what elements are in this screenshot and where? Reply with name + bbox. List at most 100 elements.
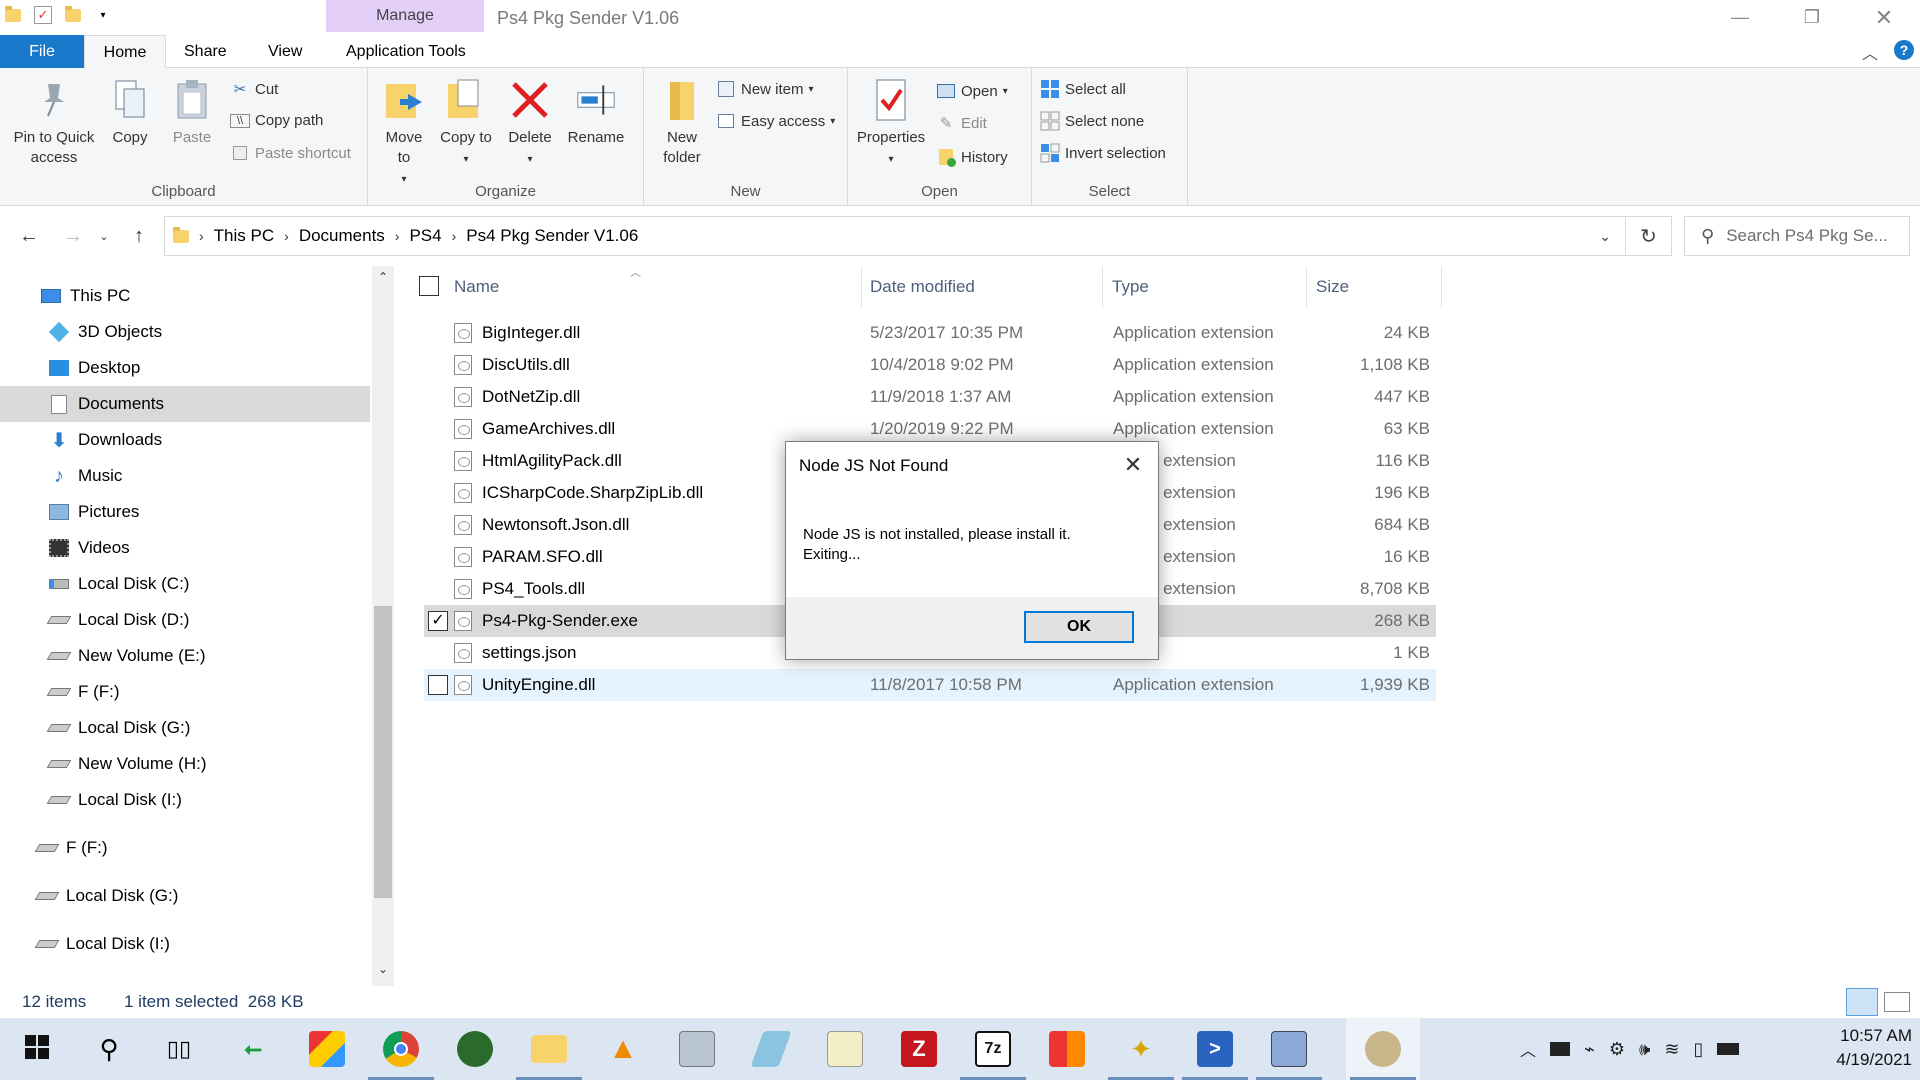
manage-context-tab[interactable]: Manage [326,0,484,32]
taskbar-app-explorer[interactable] [512,1018,586,1080]
new-folder-button[interactable]: New folder [652,78,712,168]
breadcrumb-ps4[interactable]: PS4 [409,226,441,246]
taskbar-app-ps4-pkg-sender[interactable] [1346,1018,1420,1080]
paste-shortcut-button[interactable]: Paste shortcut [230,144,351,162]
taskbar-app-notepad[interactable] [808,1018,882,1080]
copy-path-button[interactable]: \\ Copy path [230,112,323,129]
row-checkbox[interactable] [428,675,448,695]
collapse-ribbon-icon[interactable]: ︿ [1862,40,1878,64]
new-item-button[interactable]: New item ▾ [716,80,814,98]
nav-item-root-drive-g[interactable]: Local Disk (G:) [0,878,370,914]
nav-item-drive-e[interactable]: New Volume (E:) [0,638,370,674]
new-folder-icon[interactable] [64,5,82,24]
nav-item-drive-f[interactable]: F (F:) [0,674,370,710]
properties-icon[interactable]: ✓ [34,6,52,24]
select-none-button[interactable]: Select none [1040,111,1144,131]
forward-arrow-icon[interactable]: → [58,218,88,254]
chevron-right-icon[interactable]: › [395,228,400,244]
nav-item-downloads[interactable]: ⬇ Downloads [0,422,370,458]
column-header-name[interactable]: Name ︿ [444,266,862,308]
show-hidden-icons-icon[interactable]: ︿ [1520,1037,1536,1061]
select-all-button[interactable]: Select all [1040,80,1126,98]
scroll-down-icon[interactable]: ⌄ [374,962,392,976]
taskbar-app-7zip[interactable]: 7z [956,1018,1030,1080]
taskbar-app-cube[interactable] [290,1018,364,1080]
scrollbar-thumb[interactable] [374,606,392,898]
taskbar-app-tools[interactable]: ✦ [1104,1018,1178,1080]
nav-item-drive-d[interactable]: Local Disk (D:) [0,602,370,638]
easy-access-button[interactable]: Easy access ▾ [716,112,835,130]
taskbar-app-usb[interactable]: ⭠ [216,1018,290,1080]
display-icon[interactable] [1550,1042,1571,1056]
network-adapter-icon[interactable]: ⚙ [1609,1039,1625,1060]
nav-item-drive-c[interactable]: Local Disk (C:) [0,566,370,602]
scroll-up-icon[interactable]: ⌃ [374,270,392,284]
nav-item-drive-g[interactable]: Local Disk (G:) [0,710,370,746]
nav-item-music[interactable]: ♪ Music [0,458,370,494]
breadcrumb-documents[interactable]: Documents [299,226,385,246]
table-row[interactable]: BigInteger.dll 5/23/2017 10:35 PM Applicat… [424,317,1436,349]
back-arrow-icon[interactable]: ← [14,218,44,254]
copy-button[interactable]: Copy [104,78,156,148]
column-header-type[interactable]: Type [1102,266,1307,308]
refresh-icon[interactable]: ↻ [1626,216,1672,256]
large-icons-view-icon[interactable] [1884,992,1910,1012]
wifi-icon[interactable]: ≋ [1664,1039,1679,1060]
breadcrumb-ps4-pkg-sender[interactable]: Ps4 Pkg Sender V1.06 [466,226,638,246]
table-row[interactable]: DotNetZip.dll 11/9/2018 1:37 AM Applicatio… [424,381,1436,413]
tab-file[interactable]: File [0,35,84,68]
usb-safely-remove-icon[interactable]: ⌁ [1584,1039,1595,1060]
taskbar-app-vlc[interactable]: ▲ [586,1018,660,1080]
chevron-right-icon[interactable]: › [284,228,289,244]
open-button[interactable]: Open ▾ [936,82,1008,100]
paste-button[interactable]: Paste [164,78,220,148]
copy-to-button[interactable]: Copy to ▾ [440,78,492,170]
nav-item-root-drive-i[interactable]: Local Disk (I:) [0,926,370,962]
breadcrumb-this-pc[interactable]: This PC [214,226,274,246]
chevron-right-icon[interactable]: › [452,228,457,244]
recent-locations-icon[interactable]: ⌄ [94,218,114,254]
taskbar-app-installer[interactable] [1252,1018,1326,1080]
address-bar[interactable]: › This PC › Documents › PS4 › Ps4 Pkg Se… [164,216,1626,256]
volume-icon[interactable]: 🕪 [1639,1039,1650,1060]
tab-share[interactable]: Share [172,35,239,68]
taskbar-app-chrome[interactable] [364,1018,438,1080]
delete-button[interactable]: Delete ▾ [504,78,556,170]
customize-dropdown-icon[interactable]: ▾ [94,6,112,24]
nav-item-drive-h[interactable]: New Volume (H:) [0,746,370,782]
nav-item-drive-i[interactable]: Local Disk (I:) [0,782,370,818]
battery-icon[interactable] [1717,1043,1740,1055]
search-taskbar-button[interactable]: ⚲ [72,1018,146,1080]
column-header-date[interactable]: Date modified [860,266,1103,308]
pen-icon[interactable]: ▯ [1693,1039,1703,1060]
taskbar-app-filezilla[interactable]: Z [882,1018,956,1080]
move-to-button[interactable]: Move to ▾ [378,78,430,190]
rename-button[interactable]: Rename [564,78,628,148]
taskbar-app-monitor[interactable] [660,1018,734,1080]
properties-button[interactable]: Properties ▾ [852,78,930,170]
minimize-button[interactable]: — [1704,0,1776,35]
taskbar-app-windows-tiles[interactable] [1030,1018,1104,1080]
tab-view[interactable]: View [256,35,314,68]
details-view-icon[interactable] [1846,988,1878,1016]
nav-item-root-drive-f[interactable]: F (F:) [0,830,370,866]
folder-icon[interactable] [4,5,22,24]
ok-button[interactable]: OK [1024,611,1134,643]
pin-quick-access-button[interactable]: Pin to Quick access [8,78,100,168]
chevron-right-icon[interactable]: › [199,228,204,244]
nav-item-pictures[interactable]: Pictures [0,494,370,530]
edit-button[interactable]: ✎ Edit [936,114,987,133]
table-row[interactable]: UnityEngine.dll 11/8/2017 10:58 PM Applica… [424,669,1436,701]
search-input[interactable]: Search Ps4 Pkg Se... [1726,226,1888,246]
up-arrow-icon[interactable]: ↑ [124,218,154,254]
column-header-size[interactable]: Size [1306,266,1442,308]
restore-button[interactable]: ❐ [1776,0,1848,35]
row-checkbox[interactable]: ✓ [428,611,448,631]
nav-item-desktop[interactable]: Desktop [0,350,370,386]
select-all-checkbox[interactable] [419,276,439,296]
search-box[interactable]: ⚲ Search Ps4 Pkg Se... [1684,216,1910,256]
nav-item-documents[interactable]: Documents [0,386,370,422]
invert-selection-button[interactable]: Invert selection [1040,143,1166,163]
nav-item-3d-objects[interactable]: 3D Objects [0,314,370,350]
address-dropdown-icon[interactable]: ⌄ [1599,228,1611,245]
